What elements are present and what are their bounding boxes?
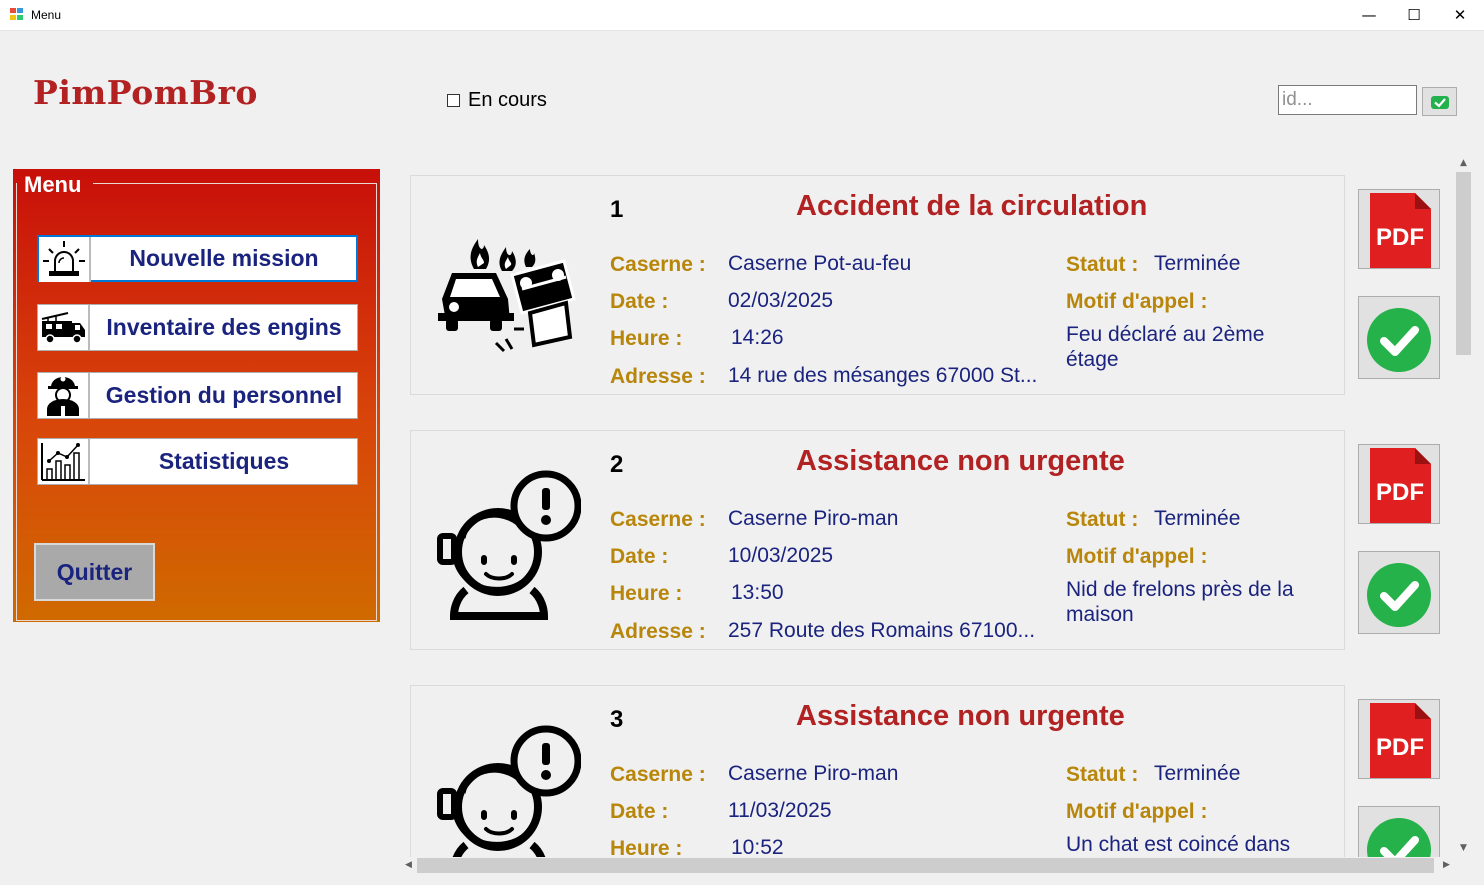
caserne-label: Caserne : [610,763,706,786]
statut-label: Statut : [1066,508,1139,531]
motif-value: Nid de frelons près de la maison [1066,578,1294,626]
heure-value: 14:26 [731,326,784,349]
caserne-value: Caserne Piro-man [728,762,899,785]
statut-value: Terminée [1154,762,1241,785]
heure-label: Heure : [610,327,683,350]
inventaire-engins-button[interactable]: Inventaire des engins [37,304,358,351]
heure-value: 13:50 [731,581,784,604]
pdf-export-button[interactable]: PDF [1358,699,1440,779]
gestion-personnel-button[interactable]: Gestion du personnel [37,372,358,419]
mission-number: 3 [610,706,624,733]
vertical-scroll-thumb[interactable] [1456,172,1471,355]
nouvelle-mission-button[interactable]: Nouvelle mission [37,235,358,282]
window-title: Menu [31,8,62,22]
date-label: Date : [610,545,669,568]
date-value: 11/03/2025 [728,799,832,822]
horizontal-scroll-thumb[interactable] [417,858,1434,873]
motif-value: Un chat est coincé dans [1066,833,1291,856]
inventaire-engins-label: Inventaire des engins [106,314,342,340]
mission-card: 1 Accident de la circulation Caserne : C… [410,175,1345,395]
caserne-label: Caserne : [610,253,706,276]
statistiques-label: Statistiques [158,448,290,474]
minimize-button[interactable]: — [1346,0,1392,31]
date-label: Date : [610,290,669,313]
check-icon [1367,563,1431,627]
pdf-icon: PDF [1370,193,1431,268]
adresse-label: Adresse : [610,620,706,643]
scroll-right-arrow-icon[interactable]: ▶ [1438,857,1455,874]
en-cours-filter[interactable]: En cours [447,89,547,111]
app-icon [10,8,24,21]
validate-mission-button[interactable] [1358,806,1440,857]
menu-legend: Menu [24,172,82,197]
scroll-down-arrow-icon[interactable]: ▼ [1455,840,1472,857]
siren-icon [39,237,91,282]
horizontal-scrollbar[interactable]: ◀ ▶ [400,857,1455,874]
mission-number: 2 [610,451,624,478]
firefighter-icon [38,373,90,418]
motif-label: Motif d'appel : [1066,800,1208,823]
vertical-scrollbar[interactable]: ▲ ▼ [1455,155,1472,857]
validate-icon [1431,96,1449,109]
caserne-label: Caserne : [610,508,706,531]
date-value: 02/03/2025 [728,289,834,312]
operator-alert-icon [426,466,582,621]
motif-label: Motif d'appel : [1066,290,1208,313]
check-icon [1367,818,1431,857]
en-cours-label: En cours [468,88,547,111]
statistiques-button[interactable]: Statistiques [37,438,358,485]
pdf-icon-label: PDF [1376,224,1424,251]
operator-alert-icon [426,721,582,857]
window-titlebar: Menu — ☐ ✕ [0,0,1484,31]
caserne-value: Caserne Pot-au-feu [728,252,912,275]
car-crash-fire-icon [426,211,581,366]
mission-card: 2 Assistance non urgente Caserne : Caser… [410,430,1345,650]
pdf-icon-label: PDF [1376,479,1424,506]
validate-mission-button[interactable] [1358,296,1440,379]
date-label: Date : [610,800,669,823]
mission-title: Accident de la circulation [796,190,1148,222]
mission-list: 1 Accident de la circulation Caserne : C… [400,155,1455,857]
adresse-value: 257 Route des Romains 67100... [728,619,1036,642]
heure-value: 10:52 [731,836,784,857]
scroll-up-arrow-icon[interactable]: ▲ [1455,155,1472,172]
statut-label: Statut : [1066,253,1139,276]
heure-label: Heure : [610,582,683,605]
mission-number: 1 [610,196,624,223]
chart-icon [38,439,90,484]
motif-label: Motif d'appel : [1066,545,1208,568]
close-button[interactable]: ✕ [1437,0,1483,31]
mission-title: Assistance non urgente [796,445,1125,477]
adresse-value: 14 rue des mésanges 67000 St... [728,364,1038,387]
mission-card: 3 Assistance non urgente Caserne : Caser… [410,685,1345,857]
scroll-left-arrow-icon[interactable]: ◀ [400,857,417,874]
heure-label: Heure : [610,837,683,857]
check-icon [1367,308,1431,372]
mission-title: Assistance non urgente [796,700,1125,732]
quitter-button[interactable]: Quitter [34,543,155,601]
statut-value: Terminée [1154,507,1241,530]
gestion-personnel-label: Gestion du personnel [105,382,343,408]
app-logo: PimPomBro [33,73,258,112]
id-search-input[interactable] [1278,85,1417,115]
pdf-export-button[interactable]: PDF [1358,444,1440,524]
pdf-export-button[interactable]: PDF [1358,189,1440,269]
pdf-icon: PDF [1370,448,1431,523]
pdf-icon-label: PDF [1376,734,1424,761]
validate-mission-button[interactable] [1358,551,1440,634]
id-search-button[interactable] [1422,87,1457,116]
pdf-icon: PDF [1370,703,1431,778]
caserne-value: Caserne Piro-man [728,507,899,530]
statut-label: Statut : [1066,763,1139,786]
maximize-button[interactable]: ☐ [1391,0,1437,31]
en-cours-checkbox[interactable] [447,93,460,107]
date-value: 10/03/2025 [728,544,834,567]
statut-value: Terminée [1154,252,1241,275]
nouvelle-mission-label: Nouvelle mission [129,245,319,271]
fire-truck-icon [38,305,90,350]
adresse-label: Adresse : [610,365,706,388]
motif-value: Feu déclaré au 2ème étage [1066,323,1265,371]
